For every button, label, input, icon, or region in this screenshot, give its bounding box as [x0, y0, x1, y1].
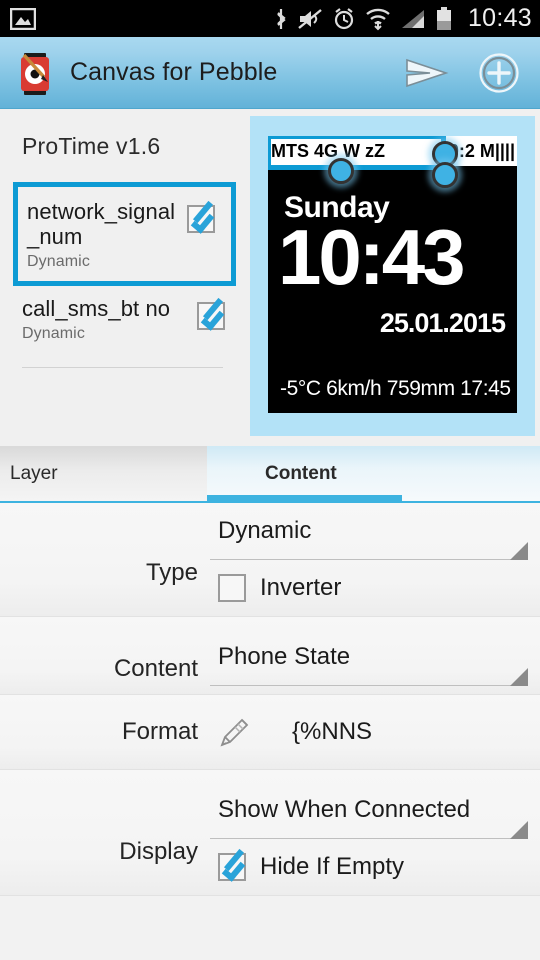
display-spinner[interactable]: Show When Connected: [210, 770, 528, 847]
tab-layer[interactable]: Layer: [0, 446, 207, 501]
watchface-preview-pane: MTS 4G W zZ 0:2 M|||| Sunday 10:43 25.01…: [245, 109, 540, 446]
layer-item-type: Dynamic: [27, 253, 90, 271]
wifi-icon: [365, 7, 391, 31]
status-bar-clock: 10:43: [467, 4, 532, 32]
type-spinner[interactable]: Dynamic: [210, 503, 528, 568]
layer-item-name: network_signal_num: [27, 199, 176, 250]
format-value: {%NNS: [292, 718, 373, 745]
layer-selection-box: [268, 136, 446, 170]
type-value: Dynamic: [218, 517, 312, 544]
battery-icon: [435, 6, 453, 31]
display-value: Show When Connected: [218, 796, 471, 823]
mute-icon: [297, 8, 323, 30]
preview-date: 25.01.2015: [379, 308, 506, 338]
alarm-icon: [332, 7, 356, 31]
layer-item-visibility-checkbox[interactable]: [187, 205, 215, 233]
spinner-underline: [210, 542, 528, 560]
tab-content[interactable]: Content: [207, 446, 540, 501]
layer-drag-handle[interactable]: [328, 158, 354, 184]
action-bar: Canvas for Pebble: [0, 37, 540, 109]
inverter-checkbox[interactable]: [218, 574, 246, 602]
upper-section: ProTime v1.6 network_signal_num Dynamic …: [0, 109, 540, 446]
chevron-down-icon: [510, 668, 528, 686]
add-circle-icon[interactable]: [478, 52, 520, 94]
spinner-underline: [210, 821, 528, 839]
content-form: Type Dynamic Inverter Content Phone Stat…: [0, 503, 540, 896]
watchface-title: ProTime v1.6: [22, 133, 161, 159]
app-root: 10:43 Canvas for Pebble ProTime v1.6 net…: [0, 0, 540, 960]
layer-list-divider: [22, 367, 223, 369]
status-bar: 10:43: [0, 0, 540, 37]
chevron-down-icon: [510, 821, 528, 839]
layer-pane: ProTime v1.6 network_signal_num Dynamic …: [0, 109, 245, 446]
layer-item-texts: call_sms_bt no Dynamic: [22, 296, 193, 343]
app-title: Canvas for Pebble: [70, 58, 278, 86]
form-row-format[interactable]: Format {%NNS: [0, 695, 540, 770]
layer-list-item-network-signal-num[interactable]: network_signal_num Dynamic: [13, 182, 236, 287]
action-bar-buttons: [402, 52, 526, 94]
layer-item-visibility-checkbox[interactable]: [197, 302, 225, 331]
form-row-type: Type Dynamic Inverter: [0, 503, 540, 617]
form-row-display: Display Show When Connected Hide If Empt…: [0, 770, 540, 896]
watch-frame[interactable]: MTS 4G W zZ 0:2 M|||| Sunday 10:43 25.01…: [250, 116, 535, 436]
inverter-checkbox-row[interactable]: Inverter: [210, 568, 528, 616]
layer-item-texts: network_signal_num Dynamic: [27, 199, 183, 271]
content-value: Phone State: [218, 643, 351, 670]
inverter-label: Inverter: [260, 574, 342, 601]
watch-screen[interactable]: MTS 4G W zZ 0:2 M|||| Sunday 10:43 25.01…: [268, 136, 517, 413]
tab-bar: Layer Content: [0, 446, 540, 503]
form-row-content: Content Phone State: [0, 617, 540, 695]
type-label: Type: [145, 559, 198, 586]
send-icon[interactable]: [402, 56, 450, 90]
signal-icon: [400, 8, 426, 30]
pencil-icon[interactable]: [214, 711, 256, 753]
chevron-down-icon: [510, 542, 528, 560]
layer-list-item-call-sms-bt-no[interactable]: call_sms_bt no Dynamic: [0, 286, 245, 354]
preview-weather: -5°C 6km/h 759mm 17:45: [280, 377, 511, 400]
hide-if-empty-checkbox-row[interactable]: Hide If Empty: [210, 847, 528, 895]
format-label: Format: [121, 718, 198, 745]
spinner-underline: [210, 668, 528, 686]
content-label: Content: [113, 655, 198, 682]
layer-resize-handle-bottom[interactable]: [432, 162, 458, 188]
layer-item-type: Dynamic: [22, 325, 85, 343]
preview-topbar-right: 0:2 M||||: [448, 140, 515, 161]
image-icon: [9, 7, 37, 30]
tab-content-label: Content: [265, 462, 337, 484]
display-label: Display: [119, 838, 198, 865]
status-bar-notifications: [9, 7, 274, 30]
content-spinner[interactable]: Phone State: [210, 617, 528, 694]
bluetooth-icon: [274, 7, 288, 31]
layer-item-name: call_sms_bt no: [22, 296, 171, 322]
status-bar-system-icons: 10:43: [274, 4, 532, 33]
layer-list: network_signal_num Dynamic call_sms_bt n…: [0, 182, 245, 369]
tab-layer-label: Layer: [10, 462, 58, 484]
preview-time: 10:43: [278, 213, 465, 301]
pebble-paint-icon[interactable]: [18, 51, 54, 95]
hide-if-empty-label: Hide If Empty: [260, 853, 405, 880]
hide-if-empty-checkbox[interactable]: [218, 853, 246, 881]
